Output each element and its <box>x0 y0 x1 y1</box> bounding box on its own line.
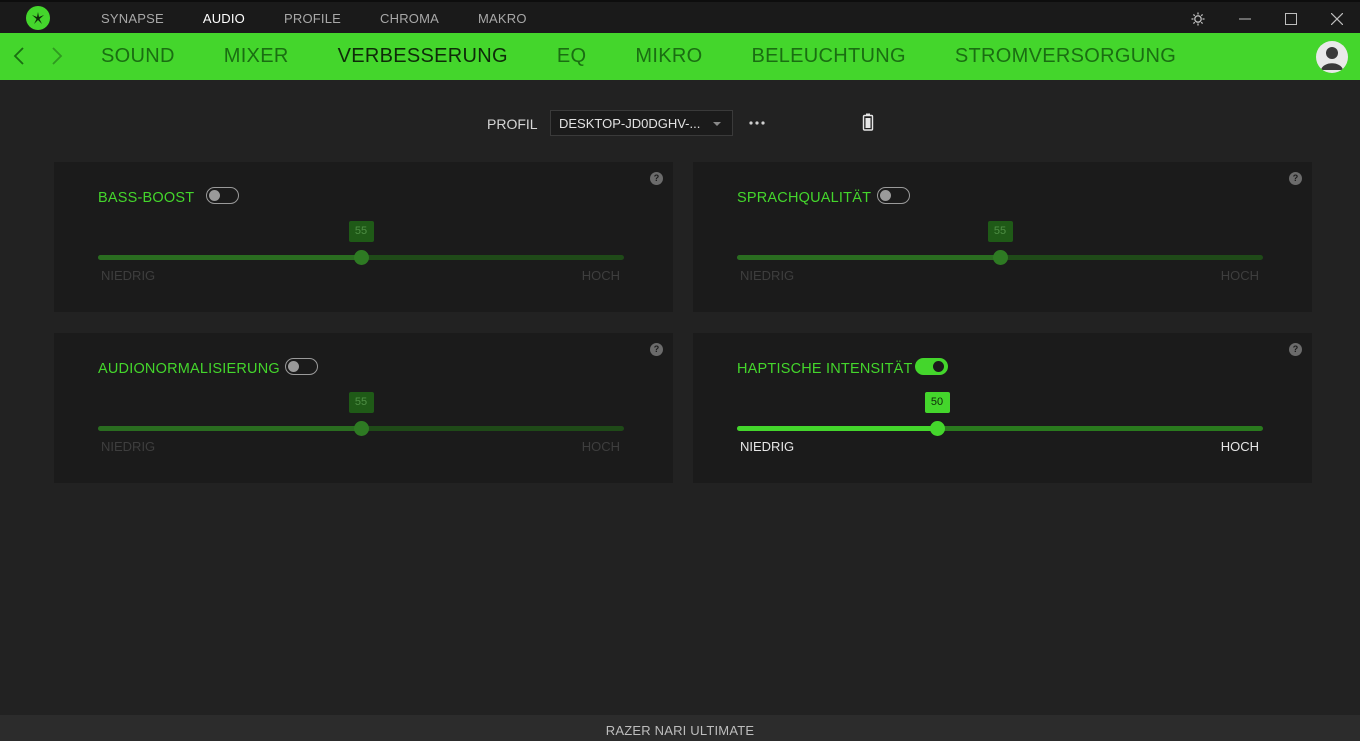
sub-nav: SOUND MIXER VERBESSERUNG EQ MIKRO BELEUC… <box>101 45 1225 68</box>
close-icon[interactable] <box>1314 2 1360 35</box>
settings-icon[interactable] <box>1175 2 1221 35</box>
toggle-switch[interactable] <box>877 187 910 204</box>
dropdown-caret-icon <box>713 122 721 126</box>
user-icon[interactable] <box>1316 41 1348 73</box>
slider-low-label: NIEDRIG <box>101 439 156 454</box>
tab-eq[interactable]: EQ <box>557 45 587 68</box>
slider-fill <box>737 426 937 431</box>
back-icon[interactable] <box>10 45 30 67</box>
profile-dropdown-value: DESKTOP-JD0DGHV-... <box>559 116 701 131</box>
top-nav-makro[interactable]: MAKRO <box>478 11 527 26</box>
top-nav-chroma[interactable]: CHROMA <box>380 11 439 26</box>
card-title: SPRACHQUALITÄT <box>737 190 872 206</box>
card-haptische-intensitaet: HAPTISCHE INTENSITÄT? 50 NIEDRIG HOCH <box>693 333 1312 483</box>
tab-beleuchtung[interactable]: BELEUCHTUNG <box>751 45 905 68</box>
tab-mikro[interactable]: MIKRO <box>635 45 702 68</box>
maximize-icon[interactable] <box>1268 2 1314 35</box>
intensity-slider[interactable] <box>98 250 624 265</box>
toggle-switch[interactable] <box>915 358 948 375</box>
tab-mixer[interactable]: MIXER <box>224 45 289 68</box>
card-title: HAPTISCHE INTENSITÄT <box>737 361 913 377</box>
razer-logo-icon <box>26 6 50 30</box>
help-icon[interactable]: ? <box>1289 172 1302 185</box>
slider-thumb[interactable] <box>929 421 945 436</box>
slider-high-label: HOCH <box>581 439 620 454</box>
slider-low-label: NIEDRIG <box>101 268 156 283</box>
minimize-icon[interactable] <box>1222 2 1268 35</box>
top-nav-profile[interactable]: PROFILE <box>284 11 341 26</box>
toggle-knob <box>933 360 944 372</box>
toggle-knob <box>209 189 220 201</box>
top-nav-synapse[interactable]: SYNAPSE <box>101 11 164 26</box>
section-nav-bar: SOUND MIXER VERBESSERUNG EQ MIKRO BELEUC… <box>0 33 1360 80</box>
slider-fill <box>737 255 1000 260</box>
intensity-slider[interactable] <box>98 421 624 436</box>
top-nav-audio[interactable]: AUDIO <box>203 11 245 26</box>
slider-high-label: HOCH <box>1220 439 1259 454</box>
card-audionormalisierung: AUDIONORMALISIERUNG? 55 NIEDRIG HOCH <box>54 333 673 483</box>
toggle-switch[interactable] <box>285 358 318 375</box>
slider-high-label: HOCH <box>1220 268 1259 283</box>
intensity-slider[interactable] <box>737 421 1263 436</box>
slider-high-label: HOCH <box>581 268 620 283</box>
slider-value-badge: 55 <box>348 392 374 413</box>
title-bar: SYNAPSE AUDIO PROFILE CHROMA MAKRO <box>0 0 1360 33</box>
help-icon[interactable]: ? <box>1289 343 1302 356</box>
forward-icon[interactable] <box>46 45 66 67</box>
intensity-slider[interactable] <box>737 250 1263 265</box>
tab-verbesserung[interactable]: VERBESSERUNG <box>338 45 508 68</box>
slider-value-badge: 50 <box>924 392 950 413</box>
profile-label: PROFIL <box>487 116 538 132</box>
more-icon[interactable] <box>748 114 766 132</box>
help-icon[interactable]: ? <box>650 172 663 185</box>
slider-fill <box>98 255 361 260</box>
card-title: BASS-BOOST <box>98 190 195 206</box>
slider-thumb[interactable] <box>353 250 369 265</box>
slider-fill <box>98 426 361 431</box>
slider-low-label: NIEDRIG <box>740 439 795 454</box>
toggle-switch[interactable] <box>206 187 239 204</box>
slider-value-badge: 55 <box>987 221 1013 242</box>
slider-thumb[interactable] <box>353 421 369 436</box>
card-sprachqualitaet: SPRACHQUALITÄT? 55 NIEDRIG HOCH <box>693 162 1312 312</box>
slider-low-label: NIEDRIG <box>740 268 795 283</box>
card-bass-boost: BASS-BOOST? 55 NIEDRIG HOCH <box>54 162 673 312</box>
slider-value-badge: 55 <box>348 221 374 242</box>
device-footer: RAZER NARI ULTIMATE <box>0 715 1360 741</box>
toggle-knob <box>288 360 299 372</box>
tab-sound[interactable]: SOUND <box>101 45 175 68</box>
slider-thumb[interactable] <box>992 250 1008 265</box>
card-title: AUDIONORMALISIERUNG <box>98 361 280 377</box>
battery-icon <box>862 113 874 131</box>
toggle-knob <box>880 189 891 201</box>
help-icon[interactable]: ? <box>650 343 663 356</box>
top-nav: SYNAPSE AUDIO PROFILE CHROMA MAKRO <box>101 11 566 26</box>
profile-dropdown[interactable]: DESKTOP-JD0DGHV-... <box>550 110 733 136</box>
tab-stromversorgung[interactable]: STROMVERSORGUNG <box>955 45 1176 68</box>
